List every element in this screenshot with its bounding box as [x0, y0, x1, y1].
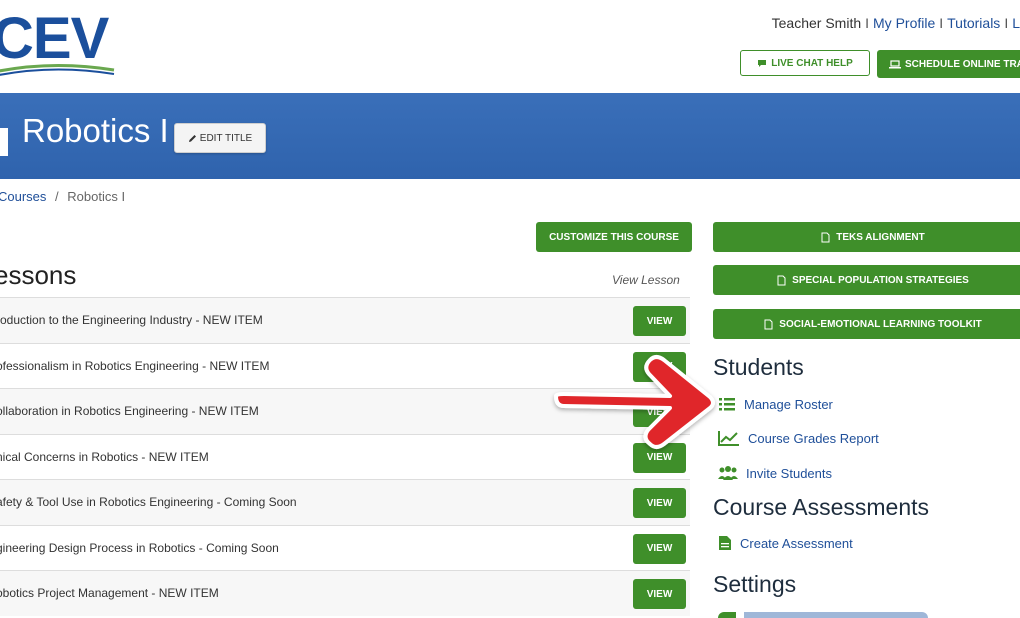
breadcrumb-current: Robotics I — [67, 189, 126, 204]
live-chat-help-button[interactable]: LIVE CHAT HELP — [740, 50, 870, 76]
course-grades-report-link[interactable]: Course Grades Report — [718, 430, 879, 446]
lesson-row: gineering Design Process in Robotics - C… — [0, 524, 690, 570]
invite-students-label: Invite Students — [746, 465, 832, 481]
teks-alignment-button[interactable]: TEKS ALIGNMENT — [713, 222, 1020, 252]
lesson-title: ofessionalism in Robotics Engineering - … — [0, 358, 270, 373]
lesson-table: roduction to the Engineering Industry - … — [0, 297, 690, 616]
breadcrumb-courses-link[interactable]: Courses — [0, 189, 46, 204]
view-lesson-column-label: View Lesson — [612, 273, 680, 287]
course-title: Robotics I — [22, 112, 169, 149]
lesson-row: afety & Tool Use in Robotics Engineering… — [0, 479, 690, 525]
chat-icon — [758, 59, 767, 67]
line-chart-icon — [718, 431, 739, 446]
breadcrumb: Courses / Robotics I — [0, 189, 125, 204]
logo-swoosh-icon — [0, 63, 115, 76]
annotation-arrow-icon — [554, 355, 715, 449]
lesson-title: afety & Tool Use in Robotics Engineering… — [0, 495, 297, 509]
live-chat-label: LIVE CHAT HELP — [771, 57, 853, 69]
view-lesson-button[interactable]: VIEW — [633, 579, 686, 609]
special-population-button[interactable]: SPECIAL POPULATION STRATEGIES — [713, 265, 1020, 295]
lesson-row: obotics Project Management - NEW ITEM VI… — [0, 570, 690, 616]
pencil-icon — [188, 134, 196, 142]
users-icon — [718, 466, 738, 480]
view-lesson-button[interactable]: VIEW — [633, 488, 686, 518]
schedule-training-button[interactable]: SCHEDULE ONLINE TRA — [877, 50, 1020, 78]
my-profile-link[interactable]: My Profile — [873, 15, 935, 31]
tutorials-link[interactable]: Tutorials — [947, 15, 1000, 31]
logout-link[interactable]: L — [1012, 15, 1020, 31]
top-user-links: Teacher Smith I My Profile I Tutorials I L — [771, 15, 1020, 31]
students-heading: Students — [713, 354, 804, 380]
document-icon — [777, 275, 786, 285]
sel-toolkit-label: SOCIAL-EMOTIONAL LEARNING TOOLKIT — [779, 318, 982, 330]
document-icon — [764, 319, 773, 329]
create-assessment-label: Create Assessment — [740, 535, 853, 551]
breadcrumb-separator: / — [55, 189, 59, 204]
invite-students-link[interactable]: Invite Students — [718, 465, 832, 481]
view-lesson-button[interactable]: VIEW — [633, 533, 686, 564]
user-name: Teacher Smith — [771, 15, 862, 31]
lesson-title: gineering Design Process in Robotics - C… — [0, 540, 279, 555]
special-population-label: SPECIAL POPULATION STRATEGIES — [792, 274, 969, 286]
lesson-title: obotics Project Management - NEW ITEM — [0, 586, 219, 600]
teks-alignment-label: TEKS ALIGNMENT — [836, 231, 925, 243]
create-assessment-link[interactable]: Create Assessment — [718, 535, 853, 551]
edit-title-label: EDIT TITLE — [199, 132, 253, 144]
lesson-title: ollaboration in Robotics Engineering - N… — [0, 404, 259, 418]
lesson-title: nical Concerns in Robotics - NEW ITEM — [0, 449, 209, 464]
manage-roster-link[interactable]: Manage Roster — [718, 396, 833, 412]
sel-toolkit-button[interactable]: SOCIAL-EMOTIONAL LEARNING TOOLKIT — [713, 309, 1020, 339]
course-grades-report-label: Course Grades Report — [748, 430, 879, 446]
manage-roster-label: Manage Roster — [744, 396, 833, 412]
cev-logo[interactable]: CEV — [0, 10, 132, 80]
customize-course-button[interactable]: CUSTOMIZE THIS COURSE — [536, 222, 692, 252]
course-assessments-heading: Course Assessments — [713, 494, 930, 520]
schedule-label: SCHEDULE ONLINE TRA — [905, 58, 1020, 70]
edit-title-button[interactable]: EDIT TITLE — [174, 123, 266, 153]
settings-link-partial[interactable] — [718, 612, 928, 618]
lesson-row: roduction to the Engineering Industry - … — [0, 297, 690, 343]
document-icon — [821, 232, 830, 242]
file-icon — [719, 536, 731, 550]
logo-text: CEV — [0, 6, 109, 71]
list-icon — [719, 398, 735, 411]
course-icon — [0, 128, 8, 156]
view-lesson-button[interactable]: VIEW — [633, 306, 686, 336]
settings-heading: Settings — [713, 571, 797, 597]
lesson-title: roduction to the Engineering Industry - … — [0, 313, 263, 327]
lessons-heading: essons — [0, 260, 77, 290]
laptop-icon — [889, 59, 901, 68]
